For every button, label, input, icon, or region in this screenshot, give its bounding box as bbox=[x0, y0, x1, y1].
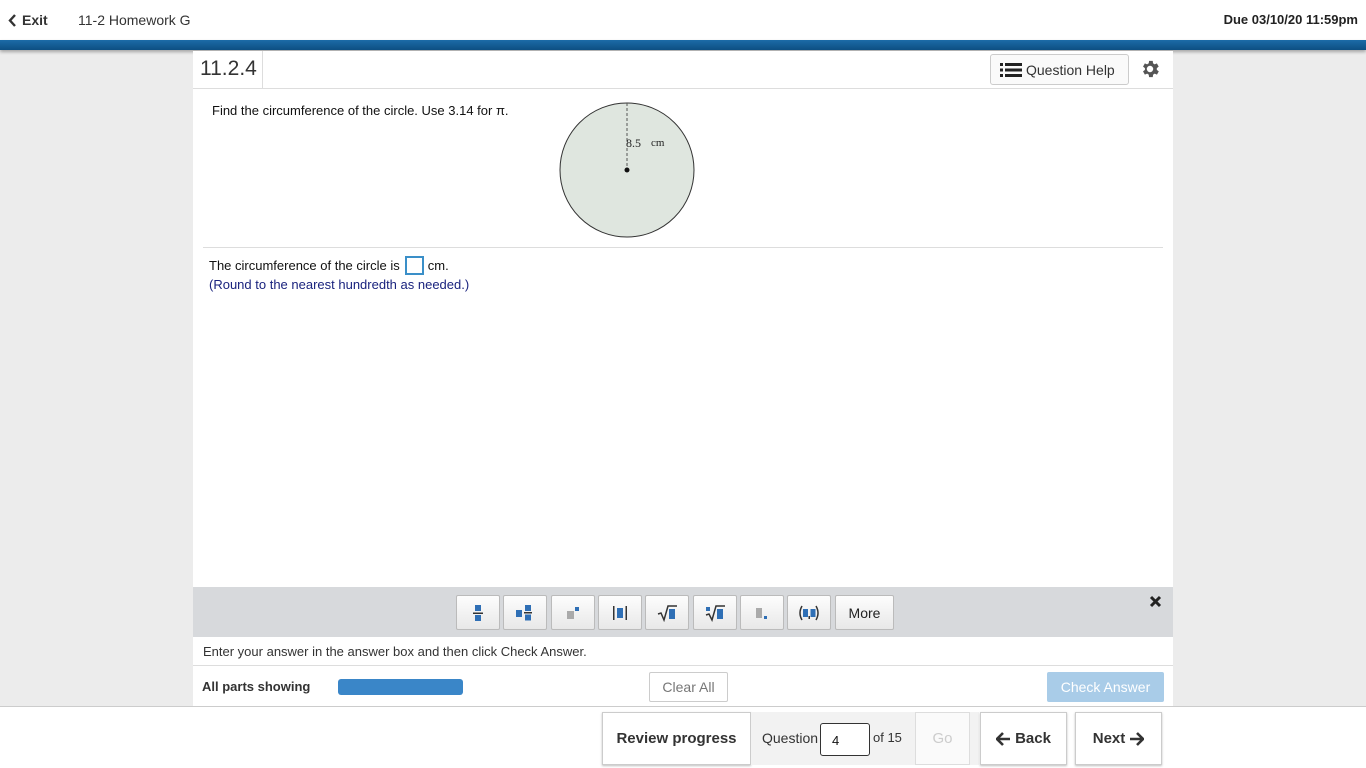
review-progress-button[interactable]: Review progress bbox=[602, 712, 751, 765]
prompt-divider bbox=[203, 247, 1163, 248]
exponent-icon bbox=[567, 606, 579, 619]
list-icon bbox=[1000, 62, 1022, 77]
question-total: of 15 bbox=[873, 730, 902, 745]
question-label: Question bbox=[762, 730, 819, 746]
check-answer-button[interactable]: Check Answer bbox=[1047, 672, 1164, 702]
clear-all-button[interactable]: Clear All bbox=[649, 672, 728, 702]
instructions-text: Enter your answer in the answer box and … bbox=[203, 644, 587, 659]
next-button[interactable]: Next bbox=[1075, 712, 1162, 765]
top-header: Exit 11-2 Homework G Due 03/10/20 11:59p… bbox=[0, 0, 1366, 40]
exit-button[interactable]: Exit bbox=[8, 12, 48, 28]
answer-statement: The circumference of the circle is cm. bbox=[209, 256, 449, 275]
nth-root-icon bbox=[705, 604, 725, 622]
ordered-pair-button[interactable] bbox=[787, 595, 831, 630]
fraction-icon bbox=[473, 604, 483, 621]
question-help-label: Question Help bbox=[1026, 61, 1115, 78]
back-button[interactable]: Back bbox=[980, 712, 1067, 765]
question-jump: Question 4 of 15 Go bbox=[751, 712, 979, 765]
mixed-number-button[interactable] bbox=[503, 595, 547, 630]
square-root-button[interactable] bbox=[645, 595, 689, 630]
next-label: Next bbox=[1092, 730, 1126, 747]
header-accent-bar bbox=[0, 40, 1366, 50]
math-palette: More bbox=[193, 587, 1173, 637]
question-help-button[interactable]: Question Help bbox=[990, 54, 1129, 85]
center-point bbox=[624, 167, 630, 173]
answer-suffix: cm. bbox=[427, 258, 449, 273]
radius-unit-label: cm bbox=[651, 137, 665, 149]
homework-title: 11-2 Homework G bbox=[78, 12, 191, 28]
circle-figure: 8.5 cm bbox=[559, 102, 695, 238]
fraction-button[interactable] bbox=[456, 595, 500, 630]
bottom-navigation: Review progress Question 4 of 15 Go Back… bbox=[0, 706, 1366, 768]
rounding-note: (Round to the nearest hundredth as neede… bbox=[209, 277, 470, 292]
answer-input[interactable] bbox=[404, 256, 424, 275]
question-number-input[interactable]: 4 bbox=[820, 723, 870, 756]
arrow-left-icon bbox=[996, 731, 1011, 746]
more-button[interactable]: More bbox=[835, 595, 894, 630]
instructions-divider bbox=[193, 665, 1173, 666]
parts-showing-label: All parts showing bbox=[202, 679, 311, 694]
question-prompt: Find the circumference of the circle. Us… bbox=[212, 103, 509, 118]
chevron-left-icon bbox=[8, 13, 16, 27]
question-number: 11.2.4 bbox=[193, 51, 263, 89]
answer-prefix: The circumference of the circle is bbox=[209, 258, 400, 273]
back-label: Back bbox=[1015, 730, 1051, 747]
absolute-value-icon bbox=[613, 605, 627, 620]
ordered-pair-icon bbox=[799, 605, 819, 620]
decimal-icon bbox=[756, 607, 767, 619]
question-panel: 11.2.4 Question Help Find the circumfere… bbox=[193, 51, 1173, 706]
go-button[interactable]: Go bbox=[915, 712, 970, 765]
square-root-icon bbox=[657, 604, 677, 622]
gear-icon[interactable] bbox=[1139, 58, 1161, 80]
header-divider bbox=[193, 88, 1173, 89]
mixed-number-icon bbox=[516, 604, 532, 620]
nth-root-button[interactable] bbox=[693, 595, 737, 630]
due-date: Due 03/10/20 11:59pm bbox=[1223, 12, 1358, 27]
exponent-button[interactable] bbox=[551, 595, 595, 630]
decimal-button[interactable] bbox=[740, 595, 784, 630]
radius-value-label: 8.5 bbox=[626, 136, 641, 150]
exit-label: Exit bbox=[22, 12, 48, 28]
parts-progress-bar bbox=[338, 679, 463, 695]
absolute-value-button[interactable] bbox=[598, 595, 642, 630]
close-icon[interactable] bbox=[1149, 595, 1162, 608]
arrow-right-icon bbox=[1130, 731, 1145, 746]
